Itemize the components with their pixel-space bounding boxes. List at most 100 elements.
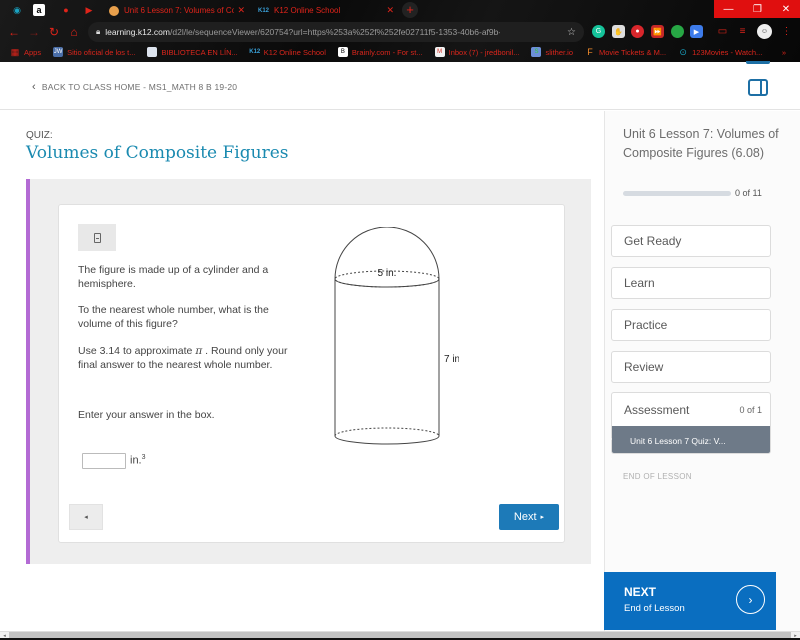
play-circle-icon: ⊙ <box>679 46 687 57</box>
next-end-of-lesson-button[interactable]: NEXT End of Lesson › <box>604 572 776 630</box>
assessment-count: 0 of 1 <box>739 404 762 415</box>
calculator-icon <box>93 232 101 243</box>
pinned-tab-amazon[interactable]: a <box>33 4 45 16</box>
back-to-class-link[interactable]: ‹ BACK TO CLASS HOME - MS1_MATH 8 B 19-2… <box>32 81 237 93</box>
url-host: learning.k12.com <box>105 27 170 37</box>
previous-question-button[interactable]: ◂ <box>69 504 103 530</box>
bookmark-slither[interactable]: Sslither.io <box>531 47 573 57</box>
answer-input[interactable] <box>82 453 126 469</box>
bookmark-page-icon <box>147 47 158 57</box>
cylinder-top-front <box>334 278 440 288</box>
youtube-icon: ▶ <box>85 4 93 15</box>
more-bookmarks-icon[interactable]: » <box>782 48 786 57</box>
pinned-tab-media[interactable]: ◉ <box>8 2 26 18</box>
end-of-lesson-label: END OF LESSON <box>623 472 692 481</box>
main-content: QUIZ: Volumes of Composite Figures The f… <box>0 111 604 631</box>
sidebar-item-assessment: Assessment 0 of 1 Unit 6 Lesson 7 Quiz: … <box>611 392 771 454</box>
bookmarks-bar: ▦ Apps JW Sitio oficial de los t... BIBLIO… <box>0 43 800 61</box>
amazon-icon: a <box>36 5 42 15</box>
lesson-favicon-icon <box>109 5 119 16</box>
cast-icon[interactable]: ▭ <box>716 25 729 38</box>
bookmark-star-icon[interactable]: ☆ <box>567 27 576 38</box>
gmail-icon: M <box>434 47 445 57</box>
chevron-left-icon: ‹ <box>32 81 36 93</box>
sidebar-item-review[interactable]: Review <box>611 351 771 383</box>
maximize-button[interactable]: ❐ <box>743 0 772 18</box>
forward-arrow-icon[interactable]: → <box>26 24 42 40</box>
slither-icon: S <box>531 47 542 57</box>
close-tab-icon[interactable]: ✕ <box>237 5 245 16</box>
browser-chrome: ◉ a ● ▶ Unit 6 Lesson 7: Volumes of Com … <box>0 0 800 62</box>
question-card: The figure is made up of a cylinder and … <box>58 204 565 543</box>
reload-icon[interactable]: ↻ <box>46 24 62 40</box>
composite-figure-diagram: 5 in. 7 in. <box>334 227 459 445</box>
height-label: 7 in. <box>444 354 459 365</box>
media-play-icon: ◉ <box>13 4 21 15</box>
tab-label: K12 Online School <box>274 6 341 15</box>
grammarly-icon[interactable]: G <box>592 25 605 38</box>
extension-red-icon[interactable]: ● <box>631 25 644 38</box>
sidebar-item-learn[interactable]: Learn <box>611 267 771 299</box>
extension-icon[interactable]: ✋ <box>612 25 625 38</box>
question-text-2: To the nearest whole number, what is the… <box>78 304 269 330</box>
pi-symbol: π <box>195 345 203 357</box>
sidebar-item-practice[interactable]: Practice <box>611 309 771 341</box>
minimize-button[interactable]: — <box>714 0 743 18</box>
home-icon[interactable]: ⌂ <box>66 24 82 40</box>
food-network-icon: ● <box>63 5 69 15</box>
url-path: /d2l/le/sequenceViewer/620754?url=https%… <box>170 27 500 37</box>
lock-icon: 🔒︎ <box>96 27 101 36</box>
chevron-right-circle-icon: › <box>736 585 765 614</box>
apps-grid-icon: ▦ <box>10 46 20 57</box>
back-arrow-icon[interactable]: ← <box>6 24 22 40</box>
page-title: Volumes of Composite Figures <box>26 143 289 163</box>
bookmark-biblioteca[interactable]: BIBLIOTECA EN LÍN... <box>147 47 238 57</box>
fandango-icon: F <box>587 47 593 57</box>
sidebar-item-get-ready[interactable]: Get Ready <box>611 225 771 257</box>
close-window-button[interactable]: ✕ <box>772 0 800 18</box>
lesson-title: Unit 6 Lesson 7: Volumes of Composite Fi… <box>623 127 779 160</box>
assessment-header[interactable]: Assessment 0 of 1 <box>612 393 770 426</box>
triangle-right-icon: ▸ <box>540 514 545 521</box>
jw-icon: JW <box>53 47 64 57</box>
pinned-tab-food[interactable]: ● <box>57 2 75 18</box>
bookmark-jw[interactable]: JW Sitio oficial de los t... <box>53 47 135 57</box>
tab-lesson[interactable]: Unit 6 Lesson 7: Volumes of Com ✕ <box>103 1 251 20</box>
extension-skip-icon[interactable]: ⏩ <box>651 25 664 38</box>
next-question-button[interactable]: Next ▸ <box>499 504 559 530</box>
triangle-left-icon: ◂ <box>84 514 88 521</box>
unit-label: in.3 <box>130 454 146 467</box>
pinned-tab-youtube[interactable]: ▶ <box>80 2 98 18</box>
bookmark-123movies[interactable]: ⊙ 123Movies - Watch... <box>678 47 762 57</box>
bookmark-k12[interactable]: K12 K12 Online School <box>249 47 326 57</box>
current-item-pointer <box>606 433 612 445</box>
new-tab-button[interactable]: + <box>402 2 418 18</box>
profile-avatar[interactable]: ☺ <box>757 24 772 39</box>
extension-green-icon[interactable] <box>671 25 684 38</box>
bookmark-fandango[interactable]: F Movie Tickets & M... <box>585 47 666 57</box>
calculator-button[interactable] <box>78 224 116 251</box>
address-row: ← → ↻ ⌂ 🔒︎ learning.k12.com /d2l/le/sequ… <box>0 21 800 43</box>
cylinder-bottom-back <box>334 427 440 437</box>
tab-k12[interactable]: K12 K12 Online School ✕ <box>252 1 400 20</box>
close-tab-icon[interactable]: ✕ <box>386 5 394 16</box>
quiz-label: QUIZ: <box>26 130 53 141</box>
media-queue-icon[interactable]: ≡ <box>736 25 749 38</box>
lesson-progress-bar <box>623 191 731 196</box>
question-text-3: Use 3.14 to approximate π . Round only y… <box>78 345 288 371</box>
assessment-quiz-item[interactable]: Unit 6 Lesson 7 Quiz: V... <box>612 426 770 453</box>
k12-icon: K12 <box>249 49 261 55</box>
menu-dots-icon[interactable]: ⋮ <box>780 25 793 38</box>
panel-toggle-icon[interactable] <box>748 79 768 96</box>
back-label: BACK TO CLASS HOME - MS1_MATH 8 B 19-20 <box>41 82 238 92</box>
url-bar[interactable]: 🔒︎ learning.k12.com /d2l/le/sequenceView… <box>88 22 584 42</box>
quiz-frame: The figure is made up of a cylinder and … <box>26 179 591 564</box>
course-nav-bar: ‹ BACK TO CLASS HOME - MS1_MATH 8 B 19-2… <box>0 62 800 110</box>
bookmark-inbox[interactable]: M Inbox (7) - jredbonil... <box>434 47 519 57</box>
lesson-sidebar: Unit 6 Lesson 7: Volumes of Composite Fi… <box>604 111 800 631</box>
tab-bar: ◉ a ● ▶ Unit 6 Lesson 7: Volumes of Com … <box>0 0 800 20</box>
zoom-ext-icon[interactable]: ▶ <box>690 25 703 38</box>
brainly-icon: B <box>337 47 348 57</box>
bookmark-apps[interactable]: ▦ Apps <box>10 47 41 57</box>
bookmark-brainly[interactable]: B Brainly.com - For st... <box>337 47 423 57</box>
